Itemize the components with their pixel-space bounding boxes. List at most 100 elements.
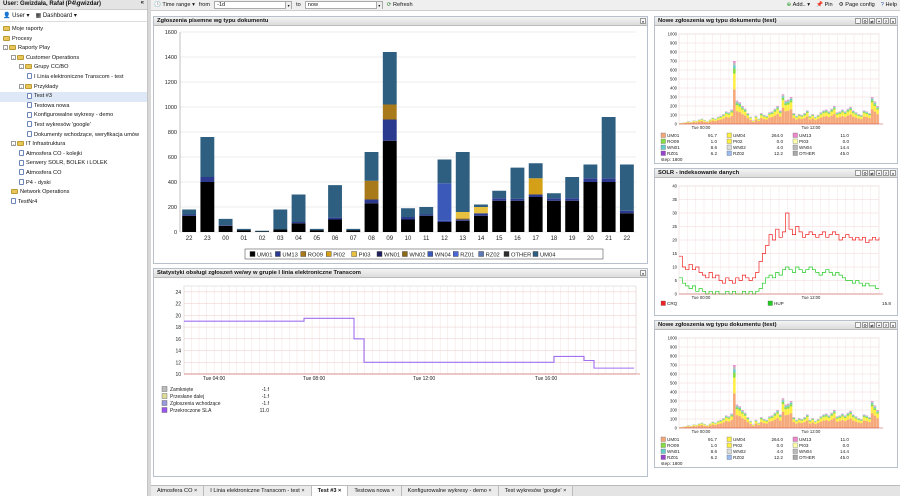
bar-segment (833, 410, 836, 412)
tree-item[interactable]: Test #3 (0, 92, 147, 102)
tree-item[interactable]: Testowa nowa (0, 102, 147, 112)
tree-item[interactable]: Network Operations (0, 188, 147, 198)
minimize-icon[interactable]: _ (855, 18, 861, 24)
tab-atmosfera-co[interactable]: Atmosfera CO × (151, 486, 205, 496)
link-icon[interactable]: ⇄ (869, 322, 875, 328)
collapse-toggle-icon[interactable]: - (19, 83, 24, 89)
tab-test-3[interactable]: Test #3 × (311, 486, 349, 496)
help-icon[interactable]: ? (883, 170, 889, 176)
bar-segment (773, 413, 777, 414)
tree-item[interactable]: - Customer Operations (0, 54, 147, 64)
collapse-icon[interactable]: « (141, 0, 144, 6)
report-icon (19, 169, 24, 176)
bar-segment (765, 420, 769, 422)
time-range-menu[interactable]: 🕒 Time range ▾ (154, 2, 195, 8)
bar-segment (781, 97, 785, 101)
bar-segment (762, 116, 766, 117)
bar-segment (830, 109, 833, 110)
to-dropdown-icon[interactable]: ▾ (375, 2, 382, 9)
minimize-icon[interactable]: _ (855, 170, 861, 176)
gear-icon[interactable]: ⚙ (862, 18, 868, 24)
bar-segment (851, 417, 855, 421)
user-title: User: Gwizdała, Rafał (P4\gwizdar) (3, 1, 102, 7)
tree-item[interactable]: Dokumenty wchodzące, weryfikacja umów (0, 131, 147, 141)
help-icon[interactable]: ? (883, 322, 889, 328)
dashboard-menu[interactable]: ▦ Dashboard ▾ (36, 12, 77, 19)
tree-item[interactable]: P4 - dyski (0, 179, 147, 189)
legend-swatch (792, 144, 798, 150)
bar-segment (565, 200, 580, 232)
tab-google[interactable]: Test wykresów 'google' × (498, 486, 574, 496)
bar-segment (746, 417, 750, 419)
user-menu[interactable]: 👤 User ▾ (3, 12, 30, 19)
bar-segment (546, 200, 561, 232)
bar-segment (797, 116, 801, 119)
tree-item[interactable]: - Grupy CC/BO (0, 63, 147, 73)
tree-item-label: Konfigurowalne wykresy - demo (34, 112, 114, 119)
bar-segment (730, 111, 733, 113)
tree-item[interactable]: TestNr4 (0, 198, 147, 208)
legend-swatch (453, 251, 459, 257)
tree-item[interactable]: - IT Infrastruktura (0, 140, 147, 150)
bar-segment (751, 121, 755, 123)
minimize-icon[interactable]: _ (855, 322, 861, 328)
bar-segment (808, 116, 812, 118)
sidebar-splitter[interactable] (148, 0, 151, 496)
pin-button[interactable]: 📌 Pin (816, 2, 833, 8)
gear-icon[interactable]: ⚙ (862, 170, 868, 176)
collapse-toggle-icon[interactable]: - (11, 54, 16, 60)
x-tick-label: Tue 00:00 (692, 429, 711, 434)
close-icon[interactable]: × (640, 270, 646, 276)
y-tick-label: 600 (168, 155, 177, 161)
bar-segment (733, 393, 736, 428)
tab-konfigurowalne[interactable]: Konfigurowalne wykresy - demo × (401, 486, 499, 496)
collapse-toggle-icon[interactable]: - (3, 45, 8, 51)
x-tick-label: 12 (441, 236, 448, 242)
maximize-icon[interactable]: + (876, 170, 882, 176)
tree-item[interactable]: - Raporty Play (0, 44, 147, 54)
tree-item[interactable]: I Linia elektroniczne Transcom - test (0, 73, 147, 83)
bar-segment (770, 112, 774, 114)
tree-item[interactable]: Procesy (0, 35, 147, 45)
tree-item[interactable]: Moje raporty (0, 25, 147, 35)
bar-segment (824, 415, 828, 417)
collapse-toggle-icon[interactable]: - (11, 141, 16, 147)
collapse-toggle-icon[interactable]: - (19, 64, 24, 70)
maximize-icon[interactable]: + (876, 322, 882, 328)
bar-segment (776, 106, 779, 107)
tree-item[interactable]: Test wykresów 'google' (0, 121, 147, 131)
tab-i-linia[interactable]: I Linia elektroniczne Transcom - test × (204, 486, 312, 496)
from-input[interactable]: -1d ▾ (214, 1, 293, 9)
tree-item[interactable]: Serwery SOLR, BOLEK i LOLEK (0, 159, 147, 169)
to-input[interactable]: now ▾ (304, 1, 383, 9)
close-icon[interactable]: × (890, 170, 896, 176)
bar-segment (811, 419, 814, 421)
bar-segment (838, 111, 842, 113)
bar-segment (833, 106, 836, 108)
bar-segment (749, 117, 752, 119)
close-icon[interactable]: × (890, 18, 896, 24)
legend-label: WN02 (409, 252, 425, 258)
bar-segment (236, 230, 251, 232)
tree-item[interactable]: Konfigurowalne wykresy - demo (0, 111, 147, 121)
link-icon[interactable]: ⇄ (869, 18, 875, 24)
tree-item[interactable]: Atmosfera CO - kolejki (0, 150, 147, 160)
panel-buttons: × (640, 270, 646, 276)
page-config-button[interactable]: ⚙ Page config (839, 2, 875, 8)
close-icon[interactable]: × (890, 322, 896, 328)
link-icon[interactable]: ⇄ (869, 170, 875, 176)
bar-segment (738, 406, 742, 408)
refresh-button[interactable]: ⟳ Refresh (387, 2, 413, 8)
maximize-icon[interactable]: + (876, 18, 882, 24)
close-icon[interactable]: × (640, 18, 646, 24)
tree-item-label: P4 - dyski (26, 179, 51, 186)
tree-item[interactable]: - Przykłady (0, 83, 147, 93)
help-button[interactable]: ? Help (881, 2, 897, 8)
tab-testowa-nowa[interactable]: Testowa nowa × (348, 486, 402, 496)
gear-icon[interactable]: ⚙ (862, 322, 868, 328)
add-button[interactable]: ⊕ Add.. ▾ (787, 2, 810, 8)
from-dropdown-icon[interactable]: ▾ (285, 2, 292, 9)
help-icon[interactable]: ? (883, 18, 889, 24)
tree-item[interactable]: Atmosfera CO (0, 169, 147, 179)
bar-segment (700, 423, 704, 426)
